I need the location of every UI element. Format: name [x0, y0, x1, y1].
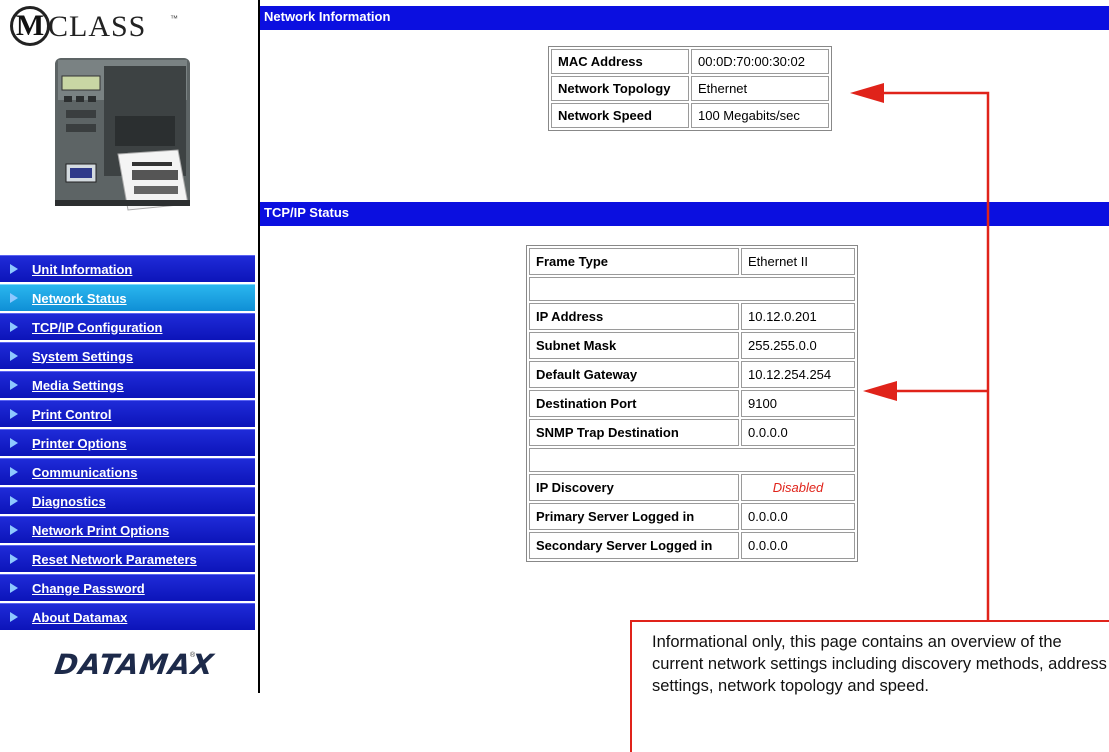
arrow-right-icon: [10, 583, 18, 593]
primary-server-label: Primary Server Logged in: [529, 503, 739, 530]
snmp-trap-destination-label: SNMP Trap Destination: [529, 419, 739, 446]
network-information-header: Network Information: [260, 6, 1109, 30]
ip-address-value: 10.12.0.201: [741, 303, 855, 330]
arrow-left-icon: [863, 381, 897, 401]
table-row: MAC Address 00:0D:70:00:30:02: [551, 49, 829, 74]
nav-label[interactable]: Unit Information: [32, 262, 132, 277]
spacer-cell: [529, 448, 855, 472]
nav-label[interactable]: About Datamax: [32, 610, 127, 625]
table-row: Subnet Mask 255.255.0.0: [529, 332, 855, 359]
nav-label[interactable]: Diagnostics: [32, 494, 106, 509]
destination-port-value: 9100: [741, 390, 855, 417]
destination-port-label: Destination Port: [529, 390, 739, 417]
nav-item-unit-information[interactable]: Unit Information: [0, 255, 255, 282]
ip-discovery-label: IP Discovery: [529, 474, 739, 501]
mac-address-value: 00:0D:70:00:30:02: [691, 49, 829, 74]
nav-label[interactable]: Change Password: [32, 581, 145, 596]
nav-item-network-status[interactable]: Network Status: [0, 284, 255, 311]
nav-item-reset-network-parameters[interactable]: Reset Network Parameters: [0, 545, 255, 572]
nav-label[interactable]: Network Print Options: [32, 523, 169, 538]
ip-discovery-value: Disabled: [741, 474, 855, 501]
nav-label[interactable]: Reset Network Parameters: [32, 552, 197, 567]
nav-item-communications[interactable]: Communications: [0, 458, 255, 485]
table-row: Default Gateway 10.12.254.254: [529, 361, 855, 388]
frame-type-label: Frame Type: [529, 248, 739, 275]
table-row: Frame Type Ethernet II: [529, 248, 855, 275]
arrow-right-icon: [10, 438, 18, 448]
default-gateway-label: Default Gateway: [529, 361, 739, 388]
nav-label[interactable]: Network Status: [32, 291, 127, 306]
table-row: Primary Server Logged in 0.0.0.0: [529, 503, 855, 530]
nav-label[interactable]: TCP/IP Configuration: [32, 320, 162, 335]
arrow-right-icon: [10, 467, 18, 477]
table-row: Destination Port 9100: [529, 390, 855, 417]
nav-item-system-settings[interactable]: System Settings: [0, 342, 255, 369]
network-topology-value: Ethernet: [691, 76, 829, 101]
printer-image: [55, 58, 190, 211]
arrow-right-icon: [10, 554, 18, 564]
logo-wordmark: CLASS: [48, 10, 147, 43]
arrow-right-icon: [10, 409, 18, 419]
table-row: IP Discovery Disabled: [529, 474, 855, 501]
arrow-right-icon: [10, 525, 18, 535]
nav-label[interactable]: Print Control: [32, 407, 111, 422]
nav-label[interactable]: Communications: [32, 465, 137, 480]
nav-item-tcpip-configuration[interactable]: TCP/IP Configuration: [0, 313, 255, 340]
snmp-trap-destination-value: 0.0.0.0: [741, 419, 855, 446]
nav-item-print-control[interactable]: Print Control: [0, 400, 255, 427]
frame-type-value: Ethernet II: [741, 248, 855, 275]
ip-address-label: IP Address: [529, 303, 739, 330]
arrow-right-icon: [10, 293, 18, 303]
network-speed-label: Network Speed: [551, 103, 689, 128]
table-row: Network Topology Ethernet: [551, 76, 829, 101]
sidebar-divider: [258, 0, 260, 693]
spacer-cell: [529, 277, 855, 301]
nav-label[interactable]: Media Settings: [32, 378, 124, 393]
sidebar: M CLASS ™ Unit Information Network Statu…: [0, 0, 258, 752]
nav-item-about-datamax[interactable]: About Datamax: [0, 603, 255, 630]
primary-server-value: 0.0.0.0: [741, 503, 855, 530]
table-spacer-row: [529, 277, 855, 301]
nav-item-media-settings[interactable]: Media Settings: [0, 371, 255, 398]
nav-label[interactable]: Printer Options: [32, 436, 127, 451]
table-row: SNMP Trap Destination 0.0.0.0: [529, 419, 855, 446]
mac-address-label: MAC Address: [551, 49, 689, 74]
nav-item-change-password[interactable]: Change Password: [0, 574, 255, 601]
callout-box: Informational only, this page contains a…: [630, 620, 1109, 752]
arrow-right-icon: [10, 322, 18, 332]
default-gateway-value: 10.12.254.254: [741, 361, 855, 388]
table-spacer-row: [529, 448, 855, 472]
table-row: Network Speed 100 Megabits/sec: [551, 103, 829, 128]
network-topology-label: Network Topology: [551, 76, 689, 101]
secondary-server-value: 0.0.0.0: [741, 532, 855, 559]
arrow-right-icon: [10, 496, 18, 506]
tcpip-status-header: TCP/IP Status: [260, 202, 1109, 226]
nav-item-diagnostics[interactable]: Diagnostics: [0, 487, 255, 514]
logo-m-circle: M: [10, 6, 50, 46]
tcpip-status-table: Frame Type Ethernet II IP Address 10.12.0.…: [526, 245, 858, 562]
table-row: Secondary Server Logged in 0.0.0.0: [529, 532, 855, 559]
nav-label[interactable]: System Settings: [32, 349, 133, 364]
arrow-right-icon: [10, 351, 18, 361]
arrow-right-icon: [10, 264, 18, 274]
table-row: IP Address 10.12.0.201: [529, 303, 855, 330]
arrow-right-icon: [10, 380, 18, 390]
datamax-trademark: ®: [190, 652, 196, 659]
logo-trademark: ™: [170, 14, 178, 23]
arrow-left-icon: [850, 83, 884, 103]
nav-item-printer-options[interactable]: Printer Options: [0, 429, 255, 456]
subnet-mask-value: 255.255.0.0: [741, 332, 855, 359]
nav-item-network-print-options[interactable]: Network Print Options: [0, 516, 255, 543]
secondary-server-label: Secondary Server Logged in: [529, 532, 739, 559]
subnet-mask-label: Subnet Mask: [529, 332, 739, 359]
network-speed-value: 100 Megabits/sec: [691, 103, 829, 128]
nav-menu: Unit Information Network Status TCP/IP C…: [0, 255, 255, 632]
network-information-table: MAC Address 00:0D:70:00:30:02 Network Top…: [548, 46, 832, 131]
arrow-right-icon: [10, 612, 18, 622]
